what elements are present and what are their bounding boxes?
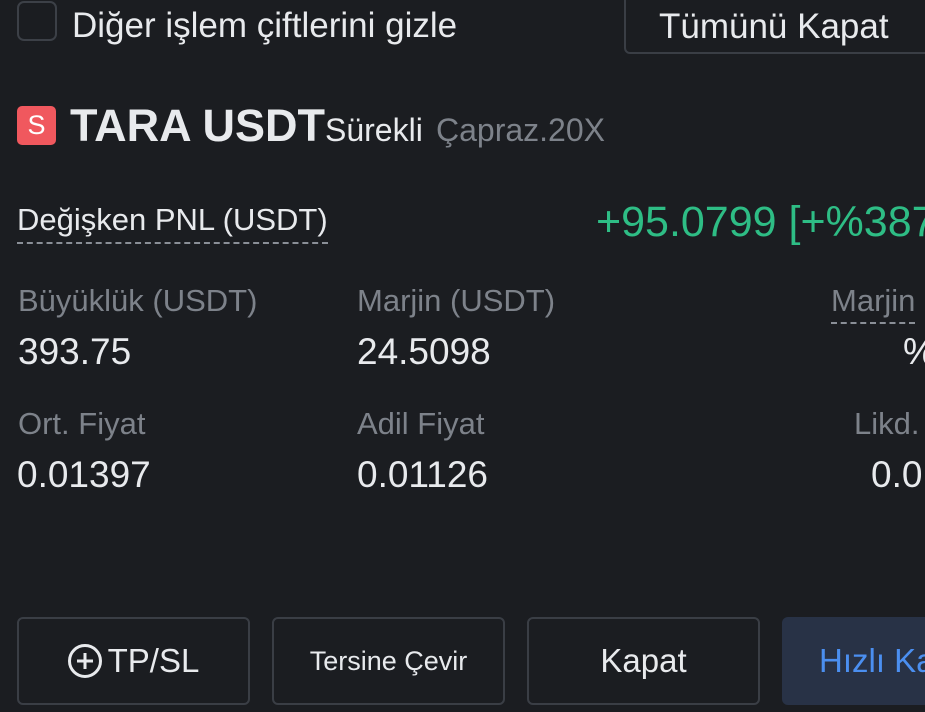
close-all-button[interactable]: Tümünü Kapat (624, 0, 925, 54)
margin-label: Marjin (USDT) (357, 283, 556, 318)
close-position-button[interactable]: Kapat (527, 617, 760, 705)
tpsl-button[interactable]: TP/SL (17, 617, 250, 705)
mark-price-label: Adil Fiyat (357, 406, 485, 441)
contract-type: Sürekli (325, 112, 423, 148)
liquidation-price-value: 0.0 (871, 454, 923, 495)
mark-price-value: 0.01126 (357, 454, 488, 495)
reverse-position-button[interactable]: Tersine Çevir (272, 617, 505, 705)
unrealized-pnl-label[interactable]: Değişken PNL (USDT) (17, 198, 328, 244)
short-side-badge: S (17, 106, 56, 145)
entry-price-label: Ort. Fiyat (18, 406, 146, 441)
margin-mode-leverage[interactable]: Çapraz.20X (436, 108, 605, 152)
tpsl-button-label: TP/SL (107, 642, 200, 679)
margin-ratio-label[interactable]: Marjin (831, 280, 916, 324)
liquidation-price-label: Likd. (854, 406, 920, 441)
symbol-name[interactable]: TARA USDT (70, 98, 325, 154)
hide-other-pairs-checkbox[interactable] (17, 1, 57, 41)
quick-close-button[interactable]: Hızlı Ka (782, 617, 925, 705)
hide-other-pairs-label[interactable]: Diğer işlem çiftlerini gizle (72, 2, 457, 50)
plus-circle-icon (67, 644, 102, 678)
entry-price-value: 0.01397 (17, 454, 151, 495)
size-value: 393.75 (18, 331, 132, 372)
margin-value: 24.5098 (357, 331, 491, 372)
margin-ratio-value: % (903, 328, 925, 376)
unrealized-pnl-value: +95.0799 [+%387 (596, 198, 925, 246)
size-label: Büyüklük (USDT) (18, 283, 258, 318)
